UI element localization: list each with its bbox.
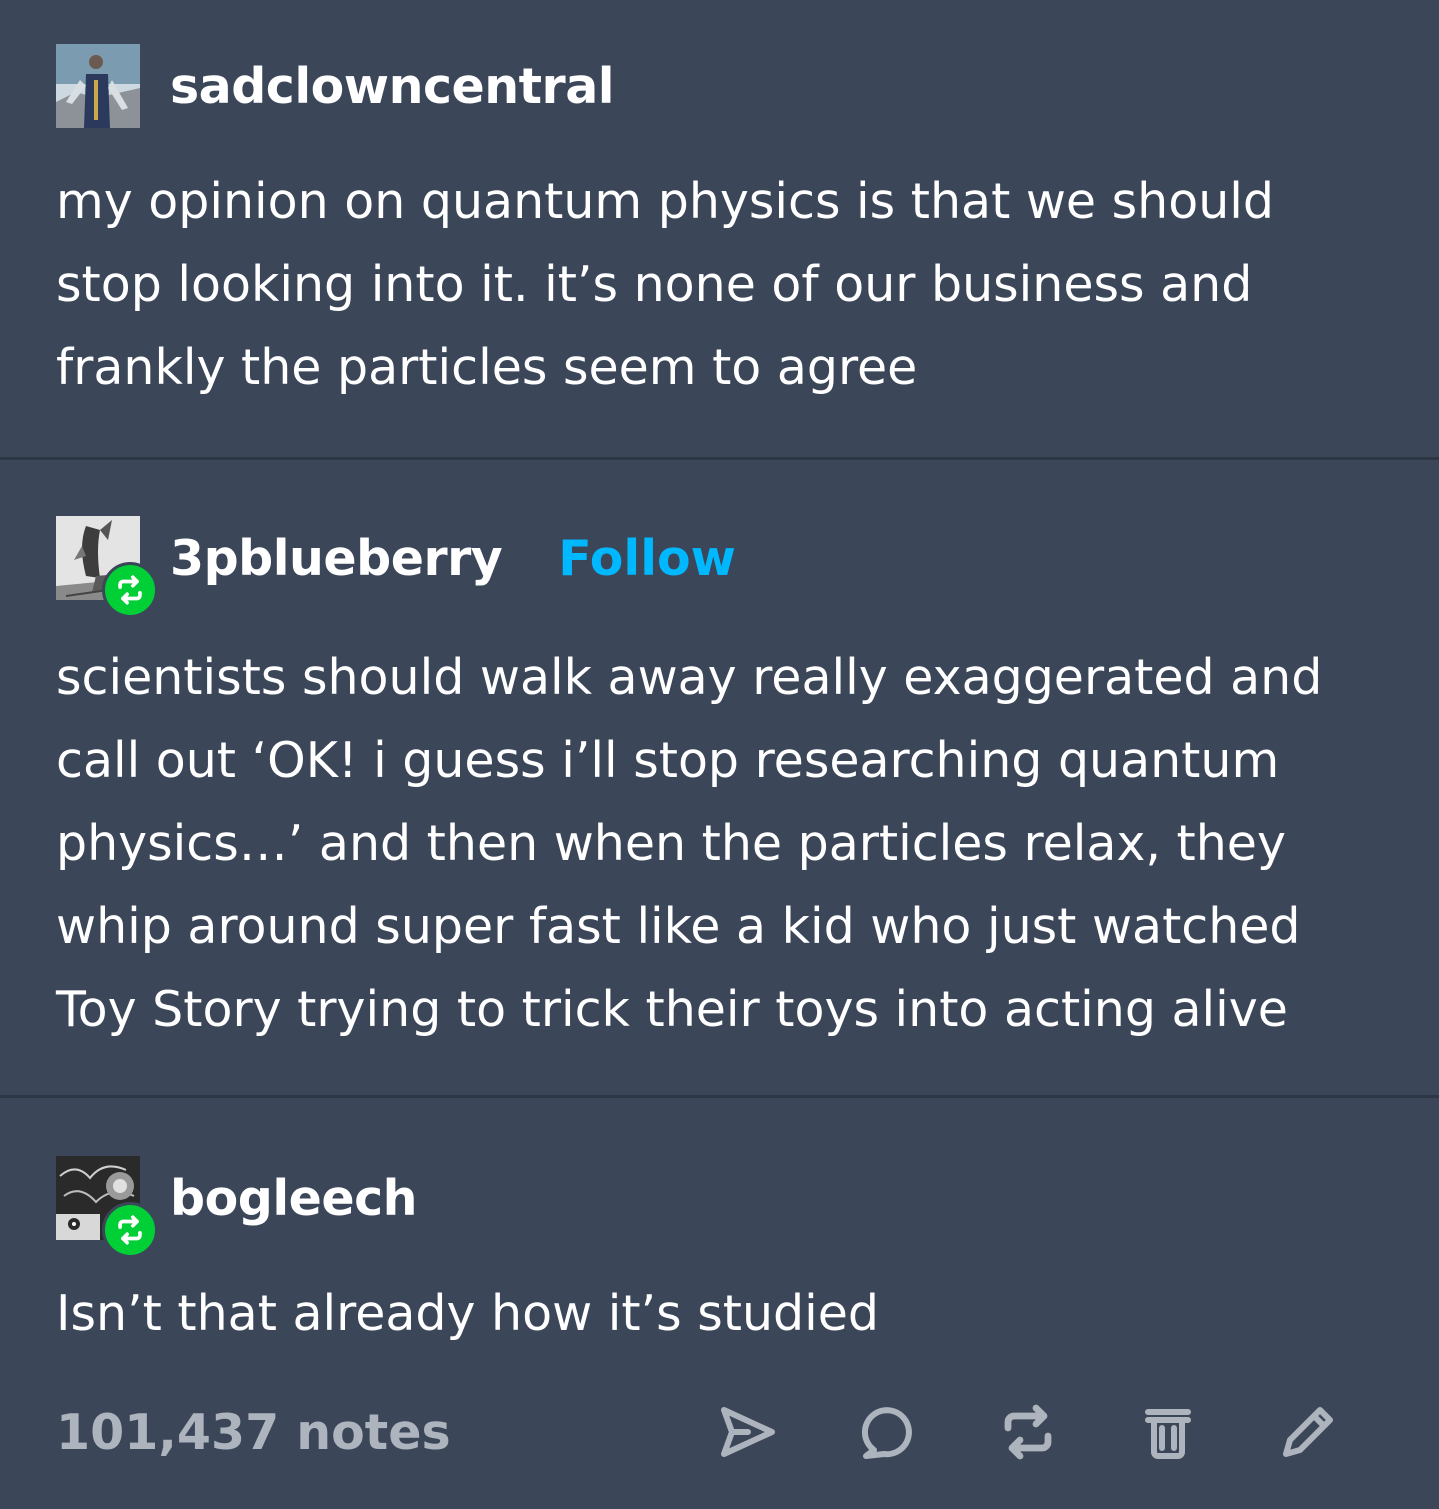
share-icon: [721, 1407, 775, 1457]
post-header: bogleech: [56, 1156, 418, 1258]
username[interactable]: sadclowncentral: [170, 58, 615, 115]
reblog-button[interactable]: [996, 1400, 1060, 1464]
avatar[interactable]: [56, 1156, 158, 1258]
avatar[interactable]: [56, 44, 140, 128]
reblog-icon: [118, 1215, 142, 1245]
post-actions: [716, 1390, 1340, 1474]
post-footer: 101,437 notes: [56, 1390, 1439, 1474]
post-text: Isn’t that already how it’s studied: [56, 1285, 879, 1342]
reblog-badge: [102, 1202, 158, 1258]
notes-count[interactable]: 101,437 notes: [56, 1404, 451, 1461]
delete-icon: [1145, 1409, 1191, 1459]
post-text: my opinion on quantum physics is that we…: [56, 173, 1274, 396]
post-header: sadclowncentral: [56, 44, 615, 128]
avatar[interactable]: [56, 516, 158, 618]
username[interactable]: bogleech: [170, 1170, 418, 1227]
reblog-badge: [102, 562, 158, 618]
delete-button[interactable]: [1136, 1400, 1200, 1464]
username[interactable]: 3pblueberry: [170, 530, 503, 587]
share-button[interactable]: [716, 1400, 780, 1464]
post-sadclowncentral: sadclowncentral my opinion on quantum ph…: [0, 0, 1439, 460]
user-avatar-icon: [56, 44, 140, 128]
post-3pblueberry: 3pblueberry Follow scientists should wal…: [0, 460, 1439, 1098]
follow-button[interactable]: Follow: [558, 530, 736, 587]
reply-button[interactable]: [856, 1400, 920, 1464]
edit-button[interactable]: [1276, 1400, 1340, 1464]
reblog-icon: [118, 575, 142, 605]
reply-icon: [861, 1407, 912, 1459]
post-text: scientists should walk away really exagg…: [56, 649, 1323, 1038]
post-header: 3pblueberry Follow: [56, 516, 736, 618]
reblog-icon: [1004, 1404, 1052, 1460]
edit-icon: [1283, 1407, 1333, 1457]
